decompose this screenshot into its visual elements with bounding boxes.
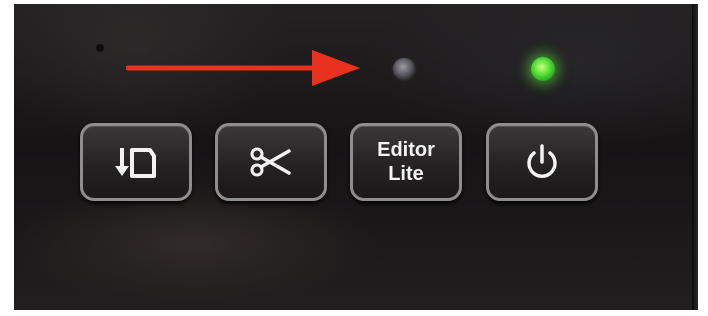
power-icon [522, 142, 562, 182]
panel-edge [692, 4, 698, 310]
power-led [531, 57, 555, 81]
panel-shadow [14, 220, 694, 310]
status-led [393, 58, 415, 80]
editor-lite-button[interactable]: Editor Lite [350, 123, 462, 201]
red-arrow-icon [126, 50, 360, 86]
cut-button[interactable] [215, 123, 327, 201]
feed-paper-icon [114, 142, 158, 182]
editor-lite-label-line2: Lite [388, 163, 424, 185]
editor-lite-label-line1: Editor [377, 139, 435, 161]
scissors-icon [249, 146, 293, 178]
feed-button[interactable] [80, 123, 192, 201]
power-button[interactable] [486, 123, 598, 201]
sensor-hole [96, 44, 104, 52]
device-photo: Editor Lite [0, 0, 708, 316]
